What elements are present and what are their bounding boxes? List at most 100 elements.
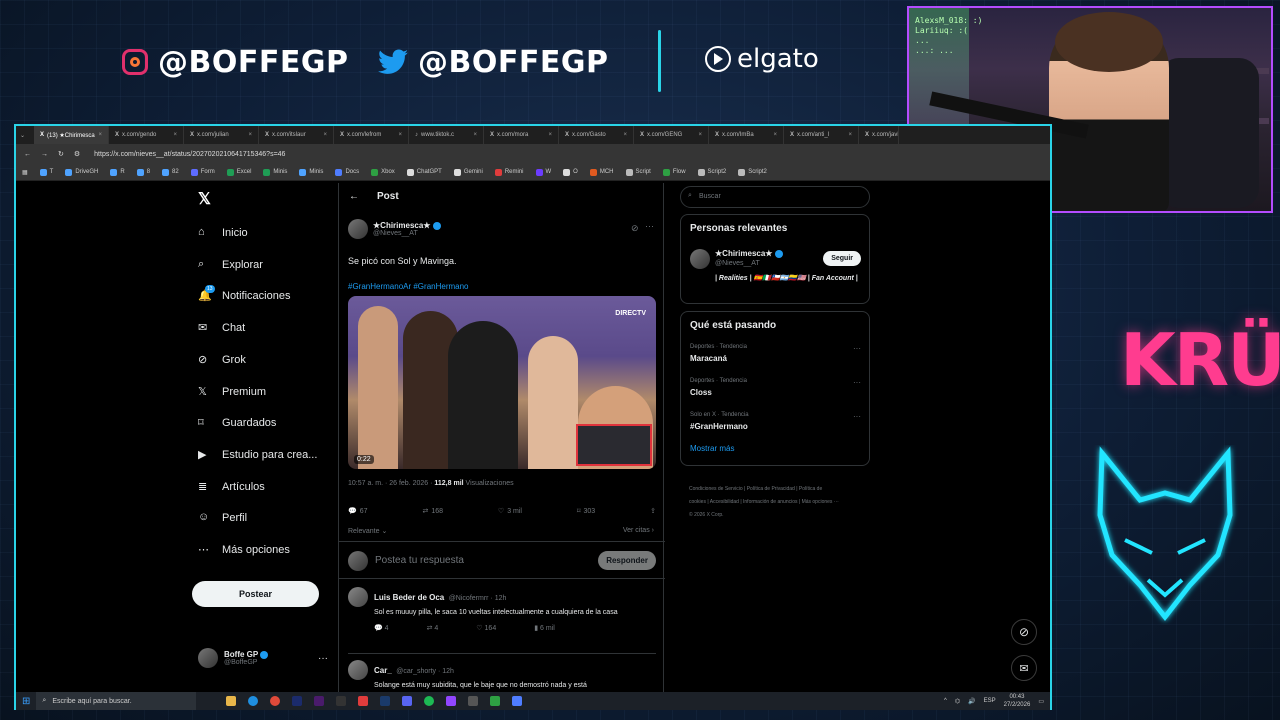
reply-reply-action[interactable]: 💬 4: [374, 624, 389, 632]
tweet-author[interactable]: ★Chirimesca★ @Nieves__AT: [348, 219, 441, 239]
nav-item-inicio[interactable]: ⌂ Inicio: [198, 223, 248, 243]
share-action[interactable]: ⇪: [650, 507, 656, 515]
trend-more-icon[interactable]: ···: [853, 344, 861, 353]
reply-like-action[interactable]: ♡ 164: [476, 624, 496, 632]
nav-item-chat[interactable]: ✉ Chat: [198, 318, 245, 338]
bookmark-item[interactable]: Gemini: [453, 168, 483, 176]
obs-icon[interactable]: [468, 696, 479, 706]
reply-action[interactable]: 💬 67: [348, 507, 368, 516]
search-input[interactable]: ⌕ Buscar: [680, 186, 870, 208]
tab-list-icon[interactable]: ⌄: [20, 132, 34, 139]
post-button[interactable]: Postear: [192, 581, 319, 607]
app-icon[interactable]: [358, 696, 369, 706]
show-more-link[interactable]: Mostrar más: [690, 444, 734, 453]
browser-tab[interactable]: Xx.com/julian ×: [184, 126, 259, 144]
bookmark-action[interactable]: ⌑ 303: [577, 507, 595, 516]
premiere-icon[interactable]: [314, 696, 325, 706]
footer-links[interactable]: Condiciones de Servicio | Política de Pr…: [689, 483, 839, 522]
reply-input[interactable]: Postea tu respuesta: [375, 555, 464, 566]
close-tab-icon[interactable]: ×: [173, 132, 177, 138]
trend-item[interactable]: Deportes · Tendencia Maracaná: [690, 344, 747, 363]
bookmark-item[interactable]: 82: [162, 168, 179, 176]
apps-grid-icon[interactable]: ▦: [22, 169, 28, 176]
close-tab-icon[interactable]: ×: [98, 132, 102, 138]
volume-icon[interactable]: 🔊: [968, 698, 975, 705]
close-tab-icon[interactable]: ×: [398, 132, 402, 138]
browser-tab[interactable]: Xx.com/mora ×: [484, 126, 559, 144]
like-action[interactable]: ♡ 3 mil: [498, 507, 522, 516]
relevant-name[interactable]: ★Chirimesca★: [715, 249, 783, 258]
browser-tab[interactable]: Xx.com/anti_l ×: [784, 126, 859, 144]
more-icon[interactable]: ···: [645, 221, 654, 231]
browser-icon[interactable]: [248, 696, 259, 706]
trend-more-icon[interactable]: ···: [853, 378, 861, 387]
clock[interactable]: 00:43 27/2/2026: [1004, 693, 1031, 709]
bookmark-item[interactable]: R: [110, 168, 125, 176]
browser-tab[interactable]: Xx.com/gendo ×: [109, 126, 184, 144]
bookmark-item[interactable]: 8: [136, 168, 150, 176]
network-icon[interactable]: ⌬: [955, 698, 960, 705]
browser-tab[interactable]: Xx.com/lefrom ×: [334, 126, 409, 144]
bookmark-item[interactable]: DriveGH: [65, 168, 98, 176]
bookmark-item[interactable]: Xbox: [371, 168, 395, 176]
bookmark-item[interactable]: Flow: [662, 168, 686, 176]
view-quotes[interactable]: Ver citas ›: [623, 527, 654, 534]
nav-item-art-culos[interactable]: ≣ Artículos: [198, 477, 265, 497]
close-tab-icon[interactable]: ×: [698, 132, 702, 138]
close-tab-icon[interactable]: ×: [773, 132, 777, 138]
reply-views-action[interactable]: ▮ 6 mil: [534, 624, 555, 632]
bookmark-item[interactable]: ChatGPT: [406, 168, 442, 176]
tray-chevron-icon[interactable]: ^: [944, 698, 947, 704]
nav-item-m-s-opciones[interactable]: ⋯ Más opciones: [198, 540, 290, 560]
forward-icon[interactable]: →: [41, 151, 48, 158]
bookmark-item[interactable]: Minis: [299, 168, 323, 176]
nav-item-guardados[interactable]: ⌑ Guardados: [198, 413, 276, 433]
browser-tab[interactable]: Xx.com/ImBa ×: [709, 126, 784, 144]
url-field[interactable]: https://x.com/nieves__at/status/20270202…: [94, 151, 285, 158]
browser-tab[interactable]: Xx.com/itslaur ×: [259, 126, 334, 144]
file-explorer-icon[interactable]: [226, 696, 237, 706]
browser-tab[interactable]: X (13) ★Chirimesca ×: [34, 126, 109, 144]
close-tab-icon[interactable]: ×: [248, 132, 252, 138]
messages-float-button[interactable]: ✉: [1011, 655, 1037, 681]
close-tab-icon[interactable]: ×: [623, 132, 627, 138]
reply-button[interactable]: Responder: [598, 551, 656, 570]
site-settings-icon[interactable]: ⚙: [74, 150, 80, 158]
bookmark-item[interactable]: MCH: [589, 168, 614, 176]
grok-icon[interactable]: ⊘: [631, 223, 639, 234]
reply-sort[interactable]: Relevante ⌄: [348, 527, 387, 535]
nav-item-premium[interactable]: 𝕏 Premium: [198, 382, 266, 402]
account-switcher[interactable]: Boffe GP @BoffeGP: [198, 648, 269, 668]
repost-action[interactable]: ⇄ 168: [422, 507, 443, 516]
spotify-icon[interactable]: [424, 696, 435, 706]
bookmark-item[interactable]: Script2: [697, 168, 726, 176]
bookmark-item[interactable]: Remini: [494, 168, 524, 176]
bookmark-item[interactable]: Excel: [226, 168, 251, 176]
windows-start-icon[interactable]: ⊞: [22, 696, 30, 707]
bookmark-item[interactable]: Script2: [738, 168, 767, 176]
bookmark-item[interactable]: O: [563, 168, 578, 176]
steam-icon[interactable]: [380, 696, 391, 706]
tweet-hashtags[interactable]: #GranHermanoAr #GranHermano: [348, 282, 469, 291]
trend-more-icon[interactable]: ···: [853, 412, 861, 421]
discord-icon[interactable]: [402, 696, 413, 706]
bookmark-item[interactable]: Script: [625, 168, 651, 176]
language-indicator[interactable]: ESP: [984, 698, 996, 704]
x-logo-icon[interactable]: 𝕏: [198, 189, 211, 209]
bookmark-item[interactable]: Minis: [263, 168, 287, 176]
reply-item[interactable]: Luis Beder de Oca @Nicofermrr · 12h Sol …: [348, 587, 656, 632]
reload-icon[interactable]: ↻: [58, 150, 64, 158]
grok-float-button[interactable]: ⊘: [1011, 619, 1037, 645]
chrome-icon[interactable]: [270, 696, 281, 706]
close-tab-icon[interactable]: ×: [323, 132, 327, 138]
trend-item[interactable]: Solo en X · Tendencia #GranHermano: [690, 412, 749, 431]
bookmark-item[interactable]: W: [535, 168, 551, 176]
account-more-icon[interactable]: ···: [318, 653, 328, 664]
browser-tab[interactable]: ♪ www.tiktok.c ×: [409, 126, 484, 144]
close-tab-icon[interactable]: ×: [548, 132, 552, 138]
nav-item-estudio-para-crea[interactable]: ▶ Estudio para crea...: [198, 445, 317, 465]
close-tab-icon[interactable]: ×: [848, 132, 852, 138]
tweet-video[interactable]: DIRECTV 0:22: [348, 296, 656, 469]
bookmark-item[interactable]: Form: [190, 168, 215, 176]
close-tab-icon[interactable]: ×: [473, 132, 477, 138]
